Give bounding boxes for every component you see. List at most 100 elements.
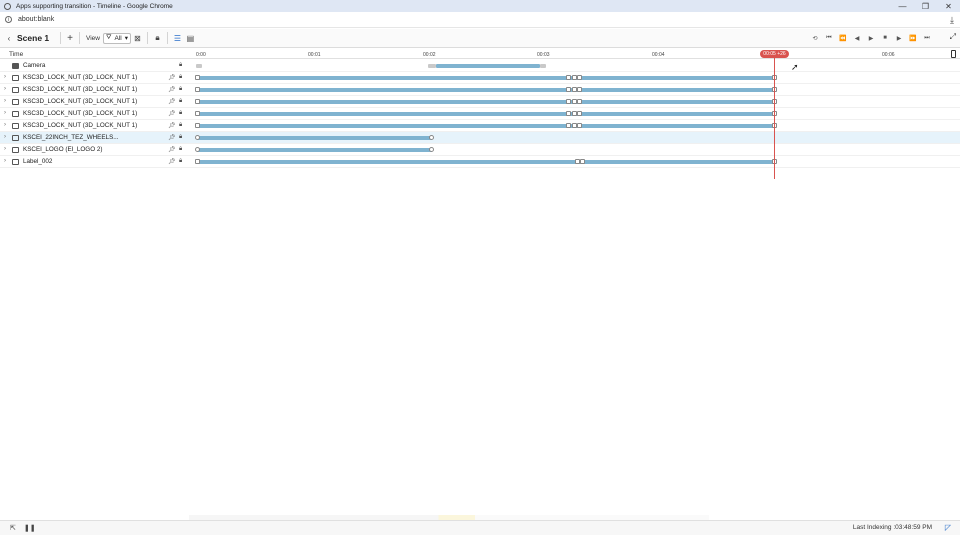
track-clip[interactable] <box>197 160 775 164</box>
add-button[interactable]: + <box>64 31 76 45</box>
url-field[interactable]: about:blank <box>18 16 54 23</box>
track-clip[interactable] <box>196 64 202 68</box>
timeline-ruler[interactable]: Time 0:00 00:01 00:02 00:03 00:04 00:06 … <box>0 49 960 59</box>
track-clip[interactable] <box>197 100 775 104</box>
expand-chevron-icon[interactable]: › <box>4 110 6 116</box>
restore-button[interactable]: ❐ <box>914 0 937 12</box>
pin-icon[interactable]: 📌︎ <box>168 74 176 81</box>
step-back-icon[interactable]: ⏪ <box>836 31 850 45</box>
send-icon[interactable]: ◸ <box>945 523 951 532</box>
download-icon[interactable]: ⤓ <box>950 15 954 26</box>
object-3d-icon <box>12 87 19 93</box>
pin-icon[interactable]: 📌︎ <box>168 158 176 165</box>
keyframe[interactable] <box>566 123 571 128</box>
keyframe[interactable] <box>195 159 200 164</box>
keyframe[interactable] <box>195 99 200 104</box>
track-clip[interactable] <box>197 136 432 140</box>
lock-icon[interactable]: 🔒︎ <box>179 74 182 81</box>
keyframe[interactable] <box>566 75 571 80</box>
loop-icon[interactable]: ⟲ <box>808 31 822 45</box>
lock-icon[interactable]: 🔒︎ <box>179 86 182 93</box>
next-frame-icon[interactable]: ▶ <box>892 31 906 45</box>
keyframe[interactable] <box>566 87 571 92</box>
track-row[interactable]: › KSC3D_LOCK_NUT (3D_LOCK_NUT 1) 📌︎ 🔒︎ <box>0 84 960 96</box>
track-clip[interactable] <box>436 64 540 68</box>
lock-icon[interactable]: 🔒︎ <box>179 98 182 105</box>
filter-clear-icon[interactable]: ⊠ <box>131 31 144 45</box>
keyframe[interactable] <box>195 135 200 140</box>
lock-icon[interactable]: 🔒︎ <box>179 62 182 69</box>
expand-chevron-icon[interactable]: › <box>4 146 6 152</box>
minimize-button[interactable]: — <box>891 0 914 12</box>
track-clip[interactable] <box>197 88 775 92</box>
expand-chevron-icon[interactable]: › <box>4 86 6 92</box>
lock-icon[interactable]: 🔒︎ <box>179 134 182 141</box>
track-row[interactable]: Camera 🔒︎ <box>0 60 960 72</box>
track-clip[interactable] <box>540 64 546 68</box>
keyframe[interactable] <box>195 87 200 92</box>
lock-icon[interactable]: 🔒︎ <box>179 146 182 153</box>
keyframe[interactable] <box>429 147 434 152</box>
lock-icon[interactable]: 🔒︎ <box>151 31 164 45</box>
jump-start-icon[interactable]: ⏮ <box>822 31 836 45</box>
pin-icon[interactable]: 📌︎ <box>168 110 176 117</box>
track-row-selected[interactable]: › KSCEI_22INCH_TEZ_WHEELS... 📌︎ 🔒︎ <box>0 132 960 144</box>
keyframe[interactable] <box>429 135 434 140</box>
expand-chevron-icon[interactable]: › <box>4 122 6 128</box>
track-clip[interactable] <box>197 124 775 128</box>
track-row[interactable]: › KSCEI_LOGO (EI_LOGO 2) 📌︎ 🔒︎ <box>0 144 960 156</box>
keyframe[interactable] <box>580 159 585 164</box>
lock-icon[interactable]: 🔒︎ <box>179 158 182 165</box>
expand-icon[interactable]: ⤢ <box>950 32 956 42</box>
keyframe[interactable] <box>577 75 582 80</box>
track-clip[interactable] <box>197 76 775 80</box>
jump-end-icon[interactable]: ⏭ <box>920 31 934 45</box>
keyframe[interactable] <box>577 123 582 128</box>
layout-icon[interactable]: ▤ <box>184 31 197 45</box>
lock-icon[interactable]: 🔒︎ <box>179 122 182 129</box>
toolbar-divider <box>60 32 61 44</box>
close-button[interactable]: ✕ <box>937 0 960 12</box>
track-row[interactable]: › KSC3D_LOCK_NUT (3D_LOCK_NUT 1) 📌︎ 🔒︎ <box>0 96 960 108</box>
stop-icon[interactable]: ■ <box>878 31 892 45</box>
keyframe[interactable] <box>577 111 582 116</box>
playhead-line[interactable] <box>774 58 775 179</box>
lock-icon[interactable]: 🔒︎ <box>179 110 182 117</box>
back-chevron-icon[interactable]: ‹ <box>4 31 14 45</box>
track-row[interactable]: › KSC3D_LOCK_NUT (3D_LOCK_NUT 1) 📌︎ 🔒︎ <box>0 120 960 132</box>
keyframe[interactable] <box>195 123 200 128</box>
pin-icon[interactable]: 📌︎ <box>168 146 176 153</box>
keyframe[interactable] <box>577 87 582 92</box>
keyframe[interactable] <box>566 99 571 104</box>
pointer-tool-icon[interactable]: ⇱ <box>10 524 16 532</box>
pin-icon[interactable]: 📌︎ <box>168 86 176 93</box>
track-row[interactable]: › KSC3D_LOCK_NUT (3D_LOCK_NUT 1) 📌︎ 🔒︎ <box>0 108 960 120</box>
info-icon[interactable]: i <box>5 16 12 23</box>
prev-frame-icon[interactable]: ◀ <box>850 31 864 45</box>
end-marker-icon[interactable] <box>951 50 956 58</box>
toolbar-divider <box>146 32 148 44</box>
keyframe[interactable] <box>195 147 200 152</box>
expand-chevron-icon[interactable]: › <box>4 98 6 104</box>
keyframe[interactable] <box>195 111 200 116</box>
track-clip[interactable] <box>197 112 775 116</box>
track-clip[interactable] <box>197 148 432 152</box>
track-view-icon[interactable]: ☰ <box>171 31 184 45</box>
pin-icon[interactable]: 📌︎ <box>168 122 176 129</box>
expand-chevron-icon[interactable]: › <box>4 134 6 140</box>
expand-chevron-icon[interactable]: › <box>4 74 6 80</box>
pin-icon[interactable]: 📌︎ <box>168 134 176 141</box>
step-forward-icon[interactable]: ⏩ <box>906 31 920 45</box>
keyframe[interactable] <box>566 111 571 116</box>
track-row[interactable]: › Label_002 📌︎ 🔒︎ <box>0 156 960 168</box>
keyframe[interactable] <box>195 75 200 80</box>
keyframe[interactable] <box>577 99 582 104</box>
expand-chevron-icon[interactable]: › <box>4 158 6 164</box>
play-icon[interactable]: ▶ <box>864 31 878 45</box>
track-row[interactable]: › KSC3D_LOCK_NUT (3D_LOCK_NUT 1) 📌︎ 🔒︎ <box>0 72 960 84</box>
filter-dropdown[interactable]: ⛛ All ▾ <box>102 32 131 44</box>
pin-icon[interactable]: 📌︎ <box>168 98 176 105</box>
track-clip[interactable] <box>428 64 436 68</box>
playhead-time-badge[interactable]: 00:05 +26 <box>760 50 789 58</box>
pause-icon[interactable]: ❚❚ <box>24 524 36 532</box>
